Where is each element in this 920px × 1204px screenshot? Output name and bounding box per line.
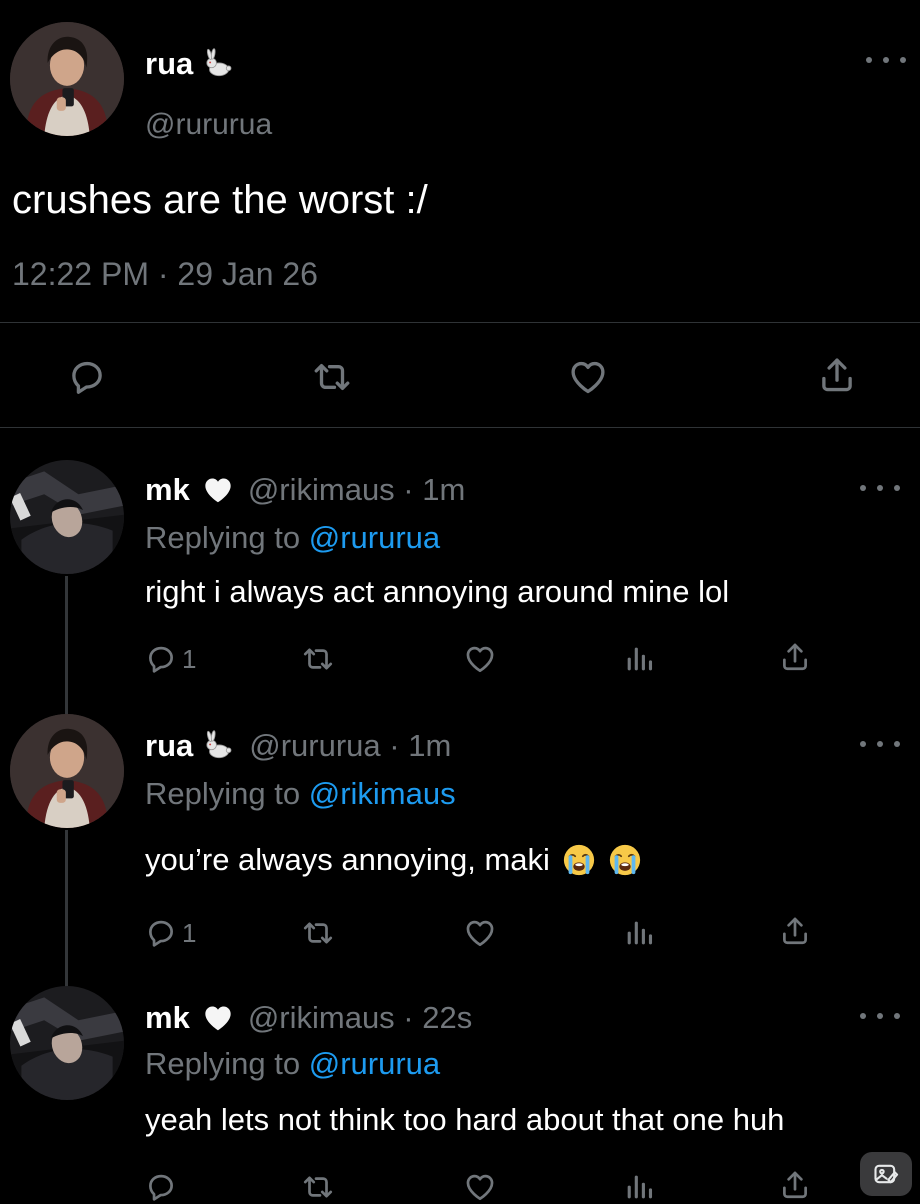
views-icon [622,642,656,676]
author-name-row[interactable]: rua [145,46,235,82]
avatar-image [10,714,124,828]
reply-button[interactable] [144,1170,178,1204]
reply-header: rua @rururua · 1m [145,728,451,764]
reply-text: right i always act annoying around mine … [145,574,730,609]
views-icon [622,916,656,950]
like-button[interactable] [462,642,498,676]
replying-to: Replying to @rururua [145,520,440,556]
replying-to-label: Replying to [145,520,309,555]
reply-author-name[interactable]: mk [145,1000,190,1036]
share-icon [778,914,812,948]
reply-avatar[interactable] [10,460,124,574]
share-button[interactable] [778,640,812,674]
more-icon[interactable] [866,54,906,66]
retweet-button[interactable] [300,642,336,676]
reply-button[interactable] [66,356,108,398]
replying-to-link[interactable]: @rikimaus [309,776,456,811]
more-icon[interactable] [860,482,900,494]
reply-handle-time[interactable]: @rikimaus · 22s [248,1000,472,1036]
reply-header: mk @rikimaus · 1m [145,472,465,508]
replying-to: Replying to @rururua [145,1046,440,1082]
retweet-icon [300,1170,336,1204]
views-icon [622,1170,656,1204]
reply-text: you’re always annoying, maki [145,842,550,877]
reply-avatar[interactable] [10,714,124,828]
share-button[interactable] [778,1168,812,1202]
retweet-icon [310,356,354,398]
reply-text-row: you’re always annoying, maki [145,842,642,878]
reply-icon [144,642,178,676]
share-icon [778,640,812,674]
views-button[interactable] [622,916,656,950]
thread-line [65,830,68,988]
reply-icon [66,356,108,398]
author-handle[interactable]: @rururua [145,108,272,142]
reply-text: yeah lets not think too hard about that … [145,1102,785,1137]
share-button[interactable] [778,914,812,948]
replying-to-label: Replying to [145,776,309,811]
reply-handle-time[interactable]: @rururua · 1m [249,728,451,764]
retweet-button[interactable] [300,1170,336,1204]
retweet-button[interactable] [300,916,336,950]
retweet-icon [300,916,336,950]
reply-author-name[interactable]: mk [145,472,190,508]
avatar-image [10,22,124,136]
heart-icon [566,356,610,398]
reply-author-name[interactable]: rua [145,728,193,764]
image-edit-button[interactable] [860,1152,912,1196]
tweet-text: crushes are the worst :/ [12,178,428,222]
replying-to-label: Replying to [145,1046,309,1081]
rabbit-emoji-icon [201,47,235,81]
like-button[interactable] [462,1170,498,1204]
author-avatar[interactable] [10,22,124,136]
reply-header: mk @rikimaus · 22s [145,1000,472,1036]
reply-icon [144,1170,178,1204]
replying-to-link[interactable]: @rururua [309,520,440,555]
divider [0,322,920,323]
views-button[interactable] [622,642,656,676]
share-icon [816,354,858,396]
replying-to-link[interactable]: @rururua [309,1046,440,1081]
heart-icon [462,642,498,676]
avatar-image [10,986,124,1100]
views-button[interactable] [622,1170,656,1204]
white-heart-emoji-icon [202,1002,234,1034]
reply-button[interactable]: 1 [144,642,196,676]
reply-avatar[interactable] [10,986,124,1100]
divider [0,427,920,428]
white-heart-emoji-icon [202,474,234,506]
more-icon[interactable] [860,738,900,750]
reply-count: 1 [182,917,197,948]
like-button[interactable] [566,356,610,398]
avatar-image [10,460,124,574]
reply-handle-time[interactable]: @rikimaus · 1m [248,472,465,508]
author-name[interactable]: rua [145,46,193,82]
rabbit-emoji-icon [201,729,235,763]
reply-count: 1 [182,643,197,674]
share-icon [778,1168,812,1202]
crying-face-emoji-icon [562,843,596,877]
retweet-button[interactable] [310,356,354,398]
more-icon[interactable] [860,1010,900,1022]
heart-icon [462,1170,498,1204]
heart-icon [462,916,498,950]
reply-icon [144,916,178,950]
like-button[interactable] [462,916,498,950]
tweet-timestamp[interactable]: 12:22 PM · 29 Jan 26 [12,256,318,293]
crying-face-emoji-icon [608,843,642,877]
reply-button[interactable]: 1 [144,916,196,950]
image-edit-icon [874,1164,899,1184]
replying-to: Replying to @rikimaus [145,776,456,812]
retweet-icon [300,642,336,676]
thread-line [65,576,68,716]
share-button[interactable] [816,354,858,396]
